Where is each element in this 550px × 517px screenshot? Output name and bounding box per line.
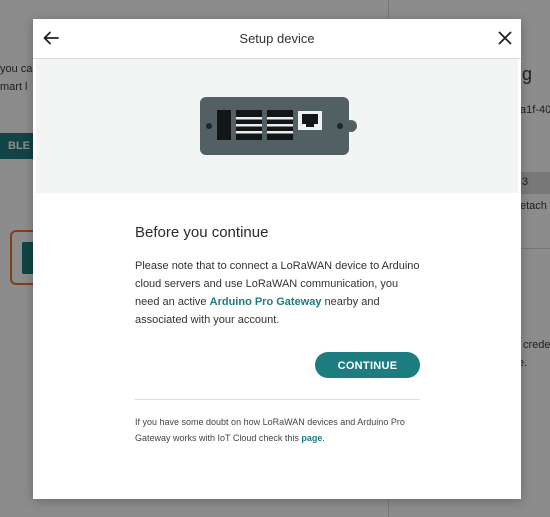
footnote-text: . (322, 433, 325, 443)
modal-content: Before you continue Please note that to … (135, 224, 420, 329)
content-body: Please note that to connect a LoRaWAN de… (135, 257, 420, 329)
bg-text: you ca (0, 63, 33, 75)
bg-text: a1f-40 (520, 104, 550, 116)
content-heading: Before you continue (135, 224, 269, 241)
bg-enable-button: BLE (0, 133, 34, 159)
bg-text: g (522, 64, 533, 84)
bg-text: 3 (522, 176, 529, 188)
page-link[interactable]: page (301, 433, 322, 443)
footnote: If you have some doubt on how LoRaWAN de… (135, 414, 420, 446)
bg-text: crede (523, 339, 550, 351)
continue-button[interactable]: CONTINUE (315, 352, 420, 378)
divider (135, 399, 420, 400)
bg-text: mart l (0, 81, 28, 93)
arduino-pro-gateway-link[interactable]: Arduino Pro Gateway (210, 296, 322, 308)
setup-device-modal: Setup device Before you continue Please … (33, 19, 521, 499)
modal-title: Setup device (239, 31, 315, 46)
device-illustration-area (36, 59, 518, 193)
modal-header: Setup device (33, 19, 521, 59)
bg-text: etach (520, 200, 547, 212)
footnote-text: If you have some doubt on how LoRaWAN de… (135, 417, 405, 443)
lorawan-device-icon (200, 97, 357, 155)
close-icon[interactable] (495, 28, 515, 48)
